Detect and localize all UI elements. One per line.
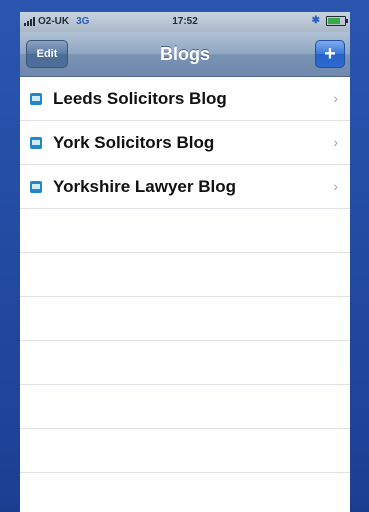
blog-list: Leeds Solicitors Blog › York Solicitors … bbox=[20, 77, 350, 473]
empty-row bbox=[20, 341, 350, 385]
chevron-right-icon: › bbox=[333, 90, 338, 106]
device-frame: O2-UK 3G 17:52 ✱ Edit Blogs + Leeds Soli… bbox=[0, 0, 369, 512]
empty-row bbox=[20, 429, 350, 473]
empty-row bbox=[20, 209, 350, 253]
list-item-label: York Solicitors Blog bbox=[53, 132, 215, 152]
chevron-right-icon: › bbox=[333, 134, 338, 150]
page-title: Blogs bbox=[159, 44, 210, 64]
status-right: ✱ bbox=[311, 15, 348, 26]
add-blog-button[interactable]: + bbox=[315, 40, 345, 68]
list-item-york-solicitors-blog[interactable]: York Solicitors Blog › bbox=[20, 121, 350, 165]
empty-row bbox=[20, 297, 350, 341]
empty-row bbox=[20, 385, 350, 429]
blog-icon bbox=[30, 180, 42, 193]
list-item-yorkshire-lawyer-blog[interactable]: Yorkshire Lawyer Blog › bbox=[20, 165, 350, 209]
empty-row bbox=[20, 253, 350, 297]
blog-icon bbox=[30, 136, 42, 149]
list-item-leeds-solicitors-blog[interactable]: Leeds Solicitors Blog › bbox=[20, 77, 350, 121]
phone-screen: O2-UK 3G 17:52 ✱ Edit Blogs + Leeds Soli… bbox=[20, 12, 350, 512]
bluetooth-icon: ✱ bbox=[311, 15, 320, 26]
status-bar: O2-UK 3G 17:52 ✱ bbox=[20, 12, 350, 32]
list-item-label: Yorkshire Lawyer Blog bbox=[53, 176, 236, 196]
navigation-bar: Edit Blogs + bbox=[20, 32, 350, 77]
chevron-right-icon: › bbox=[333, 178, 338, 194]
battery-icon bbox=[326, 15, 348, 26]
list-item-label: Leeds Solicitors Blog bbox=[53, 88, 227, 108]
status-time: 17:52 bbox=[172, 16, 198, 27]
blog-icon bbox=[30, 92, 42, 105]
